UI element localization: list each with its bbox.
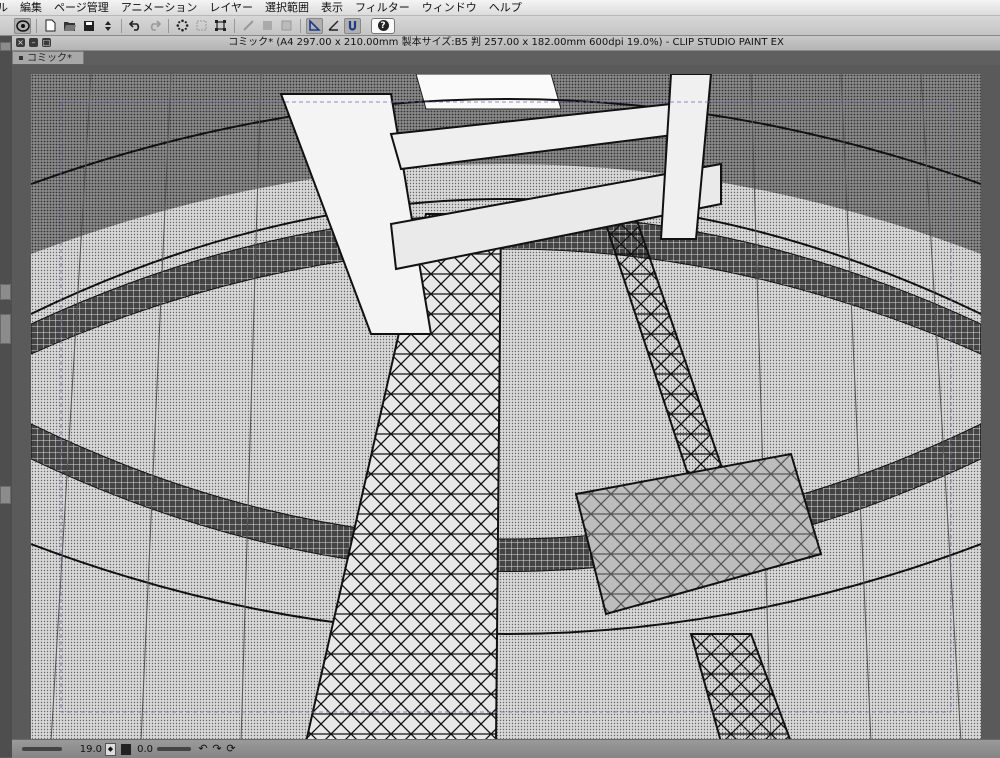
reset-rotation-icon[interactable]: ⟳ bbox=[225, 743, 237, 755]
rotation-value[interactable]: 0.0 bbox=[131, 744, 153, 755]
canvas-viewport[interactable] bbox=[12, 66, 1000, 742]
panel-handle[interactable] bbox=[0, 314, 11, 344]
rotate-left-icon[interactable]: ↶ bbox=[197, 743, 209, 755]
document-title-bar: × – □ コミック* (A4 297.00 x 210.00mm 製本サイズ:… bbox=[12, 36, 1000, 51]
status-bar: 19.0 ◆ 0.0 ↶ ↷ ⟳ bbox=[12, 739, 1000, 758]
brush-cursor-icon[interactable] bbox=[240, 18, 257, 34]
zoom-value[interactable]: 19.0 bbox=[66, 744, 102, 755]
menu-edit[interactable]: 編集 bbox=[16, 0, 50, 15]
toolbar-divider bbox=[234, 18, 235, 33]
crop-icon[interactable] bbox=[212, 18, 229, 34]
menu-bar: ル 編集 ページ管理 アニメーション レイヤー 選択範囲 表示 フィルター ウィ… bbox=[0, 0, 1000, 16]
document-tab-label: コミック* bbox=[27, 53, 72, 64]
menu-selection[interactable]: 選択範囲 bbox=[261, 0, 317, 15]
tab-close-icon[interactable] bbox=[19, 56, 23, 60]
menu-window[interactable]: ウィンドウ bbox=[418, 0, 485, 15]
layer-mask-icon[interactable] bbox=[278, 18, 295, 34]
undo-icon[interactable] bbox=[127, 18, 144, 34]
menu-filter[interactable]: フィルター bbox=[351, 0, 418, 15]
document-tab[interactable]: コミック* bbox=[12, 51, 84, 64]
rotation-slider[interactable] bbox=[157, 747, 191, 751]
menu-layer[interactable]: レイヤー bbox=[205, 0, 261, 15]
command-bar: ? bbox=[0, 16, 1000, 36]
panel-handle[interactable] bbox=[0, 284, 11, 300]
toolbar-divider bbox=[168, 18, 169, 33]
manga-artwork-canvas[interactable] bbox=[31, 74, 981, 742]
transform-icon[interactable] bbox=[193, 18, 210, 34]
snap-ruler-icon[interactable] bbox=[325, 18, 342, 34]
panel-handle[interactable] bbox=[0, 42, 11, 51]
toolbar-divider bbox=[121, 18, 122, 33]
zoom-stepper[interactable]: ◆ bbox=[105, 742, 116, 756]
left-panel-edge bbox=[0, 36, 12, 757]
help-icon: ? bbox=[377, 20, 389, 31]
document-window: × – □ コミック* (A4 297.00 x 210.00mm 製本サイズ:… bbox=[12, 36, 1000, 758]
menu-animation[interactable]: アニメーション bbox=[117, 0, 206, 15]
layer-icon[interactable] bbox=[259, 18, 276, 34]
redo-icon[interactable] bbox=[146, 18, 163, 34]
document-title: コミック* (A4 297.00 x 210.00mm 製本サイズ:B5 判 2… bbox=[228, 37, 784, 48]
document-tab-row: コミック* bbox=[12, 51, 1000, 65]
spinner-icon[interactable] bbox=[174, 18, 191, 34]
toolbar-divider bbox=[300, 18, 301, 33]
save-icon[interactable] bbox=[80, 18, 97, 34]
panel-handle[interactable] bbox=[0, 486, 11, 504]
zoom-slider[interactable] bbox=[22, 747, 62, 751]
toolbar-divider bbox=[36, 18, 37, 33]
menu-view[interactable]: 表示 bbox=[317, 0, 351, 15]
sky-opening bbox=[415, 74, 562, 110]
menu-file[interactable]: ル bbox=[0, 0, 16, 15]
open-icon[interactable] bbox=[61, 18, 78, 34]
snap-icon[interactable] bbox=[344, 17, 361, 34]
app-logo-icon[interactable] bbox=[14, 17, 31, 34]
new-icon[interactable] bbox=[42, 18, 59, 34]
save-arrow-icon[interactable] bbox=[99, 18, 116, 34]
ruler-icon[interactable] bbox=[306, 17, 323, 34]
help-button[interactable]: ? bbox=[371, 17, 395, 34]
fit-window-icon[interactable] bbox=[121, 743, 131, 755]
rotate-right-icon[interactable]: ↷ bbox=[211, 743, 223, 755]
menu-page-management[interactable]: ページ管理 bbox=[50, 0, 117, 15]
menu-help[interactable]: ヘルプ bbox=[485, 0, 530, 15]
